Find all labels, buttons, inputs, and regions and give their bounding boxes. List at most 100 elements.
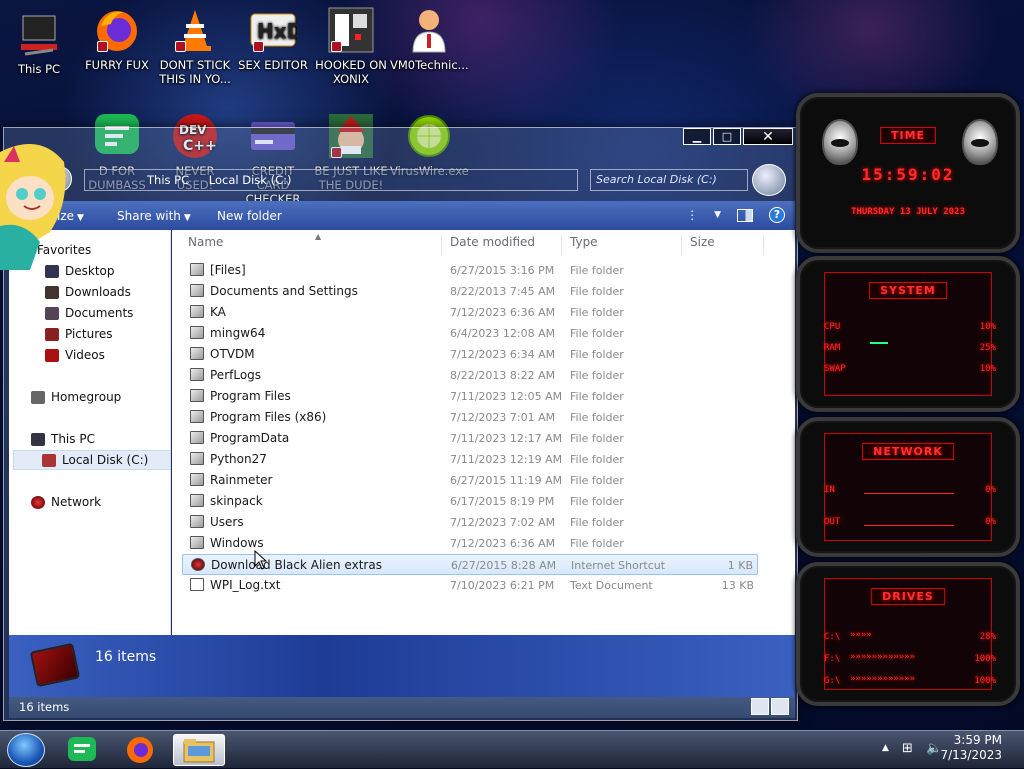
table-row[interactable]: ProgramData 7/11/2023 12:17 AM File folder bbox=[182, 428, 758, 449]
desktop-icon-furry-fux[interactable]: FURRY FUX bbox=[78, 6, 156, 72]
help-icon[interactable]: ? bbox=[769, 207, 785, 223]
desktop-icon-dont-stick[interactable]: DONT STICK THIS IN YO... bbox=[156, 6, 234, 86]
nav-label: Pictures bbox=[65, 327, 113, 341]
file-date: 7/12/2023 6:36 AM bbox=[450, 306, 556, 319]
desktop-icon-label: DONT STICK bbox=[159, 58, 231, 72]
file-name: KA bbox=[210, 305, 226, 319]
svg-text:HxD: HxD bbox=[257, 19, 297, 43]
desktop-icon-label: This PC bbox=[17, 62, 61, 76]
folder-icon bbox=[190, 515, 204, 528]
preview-pane-icon[interactable] bbox=[737, 208, 753, 222]
widget-clock: 15:59:02 bbox=[861, 165, 955, 184]
clock-time: 3:59 PM bbox=[953, 733, 1002, 747]
file-size: 1 KB bbox=[727, 559, 753, 572]
file-list: ▲ Name Date modified Type Size [Files] 6/2… bbox=[172, 230, 795, 635]
file-type: File folder bbox=[570, 264, 624, 277]
table-row[interactable]: skinpack 6/17/2015 8:19 PM File folder bbox=[182, 491, 758, 512]
nav-local-disk[interactable]: Local Disk (C:) bbox=[13, 450, 171, 470]
breadcrumb-local-disk[interactable]: Local Disk (C:) bbox=[209, 173, 292, 187]
nav-network[interactable]: Network bbox=[31, 492, 189, 512]
file-date: 6/4/2023 12:08 AM bbox=[450, 327, 556, 340]
desktop-icon-vm0technic[interactable]: VM0Technic... bbox=[390, 6, 469, 72]
firefox-icon bbox=[93, 6, 141, 54]
table-row[interactable]: [Files] 6/27/2015 3:16 PM File folder bbox=[182, 260, 758, 281]
view-options-icon[interactable]: ⋮ bbox=[686, 208, 698, 222]
table-row[interactable]: KA 7/12/2023 6:36 AM File folder bbox=[182, 302, 758, 323]
breadcrumb-this-pc[interactable]: This PC bbox=[147, 173, 189, 187]
videos-icon bbox=[45, 348, 59, 362]
nav-homegroup[interactable]: Homegroup bbox=[31, 387, 189, 407]
desktop-icon-label: HOOKED ON bbox=[315, 58, 387, 72]
table-row[interactable]: WPI_Log.txt 7/10/2023 6:21 PM Text Documen… bbox=[182, 575, 758, 596]
net-out-value: 0% bbox=[985, 517, 996, 527]
computer-icon bbox=[15, 10, 63, 58]
tray-overflow-icon[interactable]: ▲ bbox=[882, 743, 889, 753]
sort-ascending-icon: ▲ bbox=[315, 232, 322, 241]
table-row[interactable]: OTVDM 7/12/2023 6:34 AM File folder bbox=[182, 344, 758, 365]
file-date: 7/12/2023 6:34 AM bbox=[450, 348, 556, 361]
close-button[interactable]: ✕ bbox=[743, 128, 793, 145]
table-row[interactable]: Program Files 7/11/2023 12:05 AM File fold… bbox=[182, 386, 758, 407]
column-header-size[interactable]: Size bbox=[682, 235, 764, 255]
file-name: Rainmeter bbox=[210, 473, 273, 487]
cpu-label: CPU bbox=[824, 322, 841, 332]
new-folder-button[interactable]: New folder bbox=[217, 209, 282, 223]
table-row[interactable]: Python27 7/11/2023 12:19 AM File folder bbox=[182, 449, 758, 470]
search-input[interactable]: Search Local Disk (C:) bbox=[590, 169, 748, 191]
time-widget: TIME 15:59:02 THURSDAY 13 JULY 2023 bbox=[796, 93, 1020, 253]
drive-g-bar: »»»»»»»»»»»» bbox=[850, 674, 916, 684]
widget-title: NETWORK bbox=[862, 443, 954, 460]
desktop-icon-sex-editor[interactable]: HxD SEX EDITOR bbox=[234, 6, 312, 72]
file-date: 6/17/2015 8:19 PM bbox=[450, 495, 555, 508]
network-widget: NETWORK IN 0% OUT 0% bbox=[796, 417, 1020, 557]
documents-icon bbox=[45, 306, 59, 320]
table-row[interactable]: mingw64 6/4/2023 12:08 AM File folder bbox=[182, 323, 758, 344]
desktop-icon-hooked-on-xonix[interactable]: HOOKED ON XONIX bbox=[312, 6, 390, 86]
explorer-window: ▁ □ ✕ This PC Local Disk (C:) Search Loc… bbox=[3, 127, 798, 721]
ram-graph bbox=[870, 342, 888, 344]
xonix-game-icon bbox=[327, 6, 375, 54]
taskbar-firefox[interactable] bbox=[114, 734, 166, 766]
desktop-icon-label: THIS IN YO... bbox=[159, 72, 231, 86]
table-row[interactable]: Program Files (x86) 7/12/2023 7:01 AM File… bbox=[182, 407, 758, 428]
text-file-icon bbox=[190, 578, 204, 591]
taskbar-file-explorer[interactable] bbox=[173, 734, 225, 766]
column-label: Size bbox=[690, 235, 715, 249]
firefox-icon bbox=[127, 737, 153, 763]
table-row[interactable]: PerfLogs 8/22/2013 8:22 AM File folder bbox=[182, 365, 758, 386]
column-header-name[interactable]: ▲ Name bbox=[180, 232, 442, 255]
minimize-button[interactable]: ▁ bbox=[683, 128, 711, 145]
details-view-button[interactable] bbox=[751, 698, 769, 715]
nav-label: Homegroup bbox=[51, 390, 122, 404]
search-icon[interactable] bbox=[752, 164, 786, 196]
table-row[interactable]: Windows 7/12/2023 6:36 AM File folder bbox=[182, 533, 758, 554]
details-pane: 16 items bbox=[9, 635, 795, 697]
column-header-type[interactable]: Type bbox=[562, 235, 682, 255]
network-tray-icon[interactable]: ⊞ bbox=[902, 741, 913, 756]
table-row[interactable]: Rainmeter 6/27/2015 11:19 AM File folder bbox=[182, 470, 758, 491]
file-size: 13 KB bbox=[721, 579, 754, 592]
file-name: mingw64 bbox=[210, 326, 266, 340]
table-row[interactable]: Users 7/12/2023 7:02 AM File folder bbox=[182, 512, 758, 533]
file-name: Documents and Settings bbox=[210, 284, 358, 298]
chevron-down-icon[interactable]: ▼ bbox=[714, 210, 721, 220]
maximize-button[interactable]: □ bbox=[713, 128, 741, 145]
address-bar[interactable]: This PC Local Disk (C:) bbox=[84, 169, 578, 191]
desktop-icon-label: XONIX bbox=[332, 72, 370, 86]
table-row[interactable]: Download Black Alien extras 6/27/2015 8:2… bbox=[182, 554, 758, 575]
file-date: 7/12/2023 7:02 AM bbox=[450, 516, 556, 529]
file-type: File folder bbox=[570, 390, 624, 403]
green-app-icon bbox=[68, 737, 96, 761]
share-with-menu[interactable]: Share with ▼ bbox=[117, 209, 191, 223]
drive-f-value: 100% bbox=[974, 654, 996, 664]
column-header-date[interactable]: Date modified bbox=[442, 235, 562, 255]
drive-g-value: 100% bbox=[974, 676, 996, 686]
nav-this-pc[interactable]: This PC bbox=[31, 429, 189, 449]
taskbar-clock[interactable]: 3:59 PM 7/13/2023 bbox=[940, 733, 1002, 763]
large-icons-view-button[interactable] bbox=[771, 698, 789, 715]
net-in-value: 0% bbox=[985, 485, 996, 495]
table-row[interactable]: Documents and Settings 8/22/2013 7:45 AM F… bbox=[182, 281, 758, 302]
taskbar-green-app[interactable] bbox=[56, 734, 108, 766]
desktop-icon-this-pc[interactable]: This PC bbox=[0, 10, 78, 76]
start-button[interactable] bbox=[7, 733, 45, 767]
